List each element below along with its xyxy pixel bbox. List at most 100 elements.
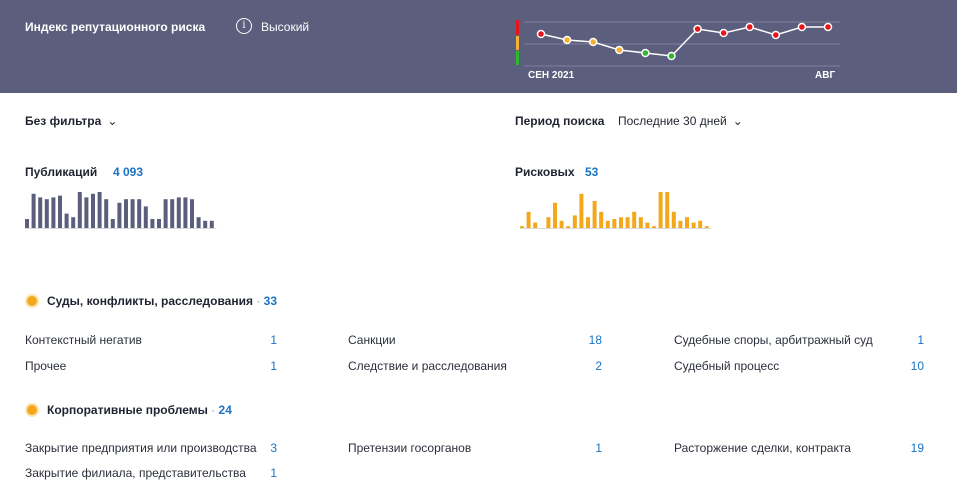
risky-label: Рисковых (515, 165, 575, 179)
bar (685, 217, 689, 228)
bar (176, 197, 181, 228)
risk-dot-icon (25, 294, 39, 308)
scale-medium (516, 36, 519, 50)
bar (91, 193, 95, 228)
section-title: Корпоративные проблемы (47, 403, 208, 417)
section-corporate-header[interactable]: Корпоративные проблемы · 24 (25, 403, 232, 417)
risk-point[interactable] (745, 22, 754, 32)
bar (632, 211, 637, 228)
risky-count[interactable]: 53 (585, 165, 598, 179)
bar (559, 220, 564, 228)
risk-point[interactable] (641, 48, 650, 58)
bar (665, 192, 670, 228)
item-count[interactable]: 1 (894, 333, 924, 347)
risk-trend-chart: СЕН 2021 АВГ (516, 20, 840, 81)
publications-label: Публикаций (25, 165, 98, 179)
bar (572, 215, 577, 228)
bar (203, 220, 208, 228)
item-label[interactable]: Следствие и расследования (348, 359, 507, 373)
separator: · (256, 294, 261, 308)
chevron-down-icon: ⌄ (732, 114, 743, 128)
bar (38, 197, 43, 228)
item-count[interactable]: 10 (894, 359, 924, 373)
bar (150, 219, 155, 228)
item-label[interactable]: Претензии госорганов (348, 441, 471, 455)
bar (691, 222, 696, 228)
risk-point[interactable] (797, 22, 807, 32)
section-count: 24 (218, 403, 232, 417)
filter-dropdown[interactable]: Без фильтра ⌄ (25, 114, 117, 128)
chevron-down-icon: ⌄ (107, 114, 118, 128)
item-label[interactable]: Судебный процесс (674, 359, 779, 373)
risk-point[interactable] (667, 51, 676, 61)
bar (25, 219, 29, 228)
risk-point[interactable] (536, 29, 546, 39)
risk-point[interactable] (562, 35, 572, 45)
scale-high (516, 20, 519, 35)
axis-end-label: АВГ (815, 70, 835, 81)
risk-point[interactable] (823, 22, 833, 32)
bar (58, 195, 62, 228)
bar (652, 226, 656, 228)
item-count[interactable]: 3 (247, 441, 277, 455)
bar (124, 199, 128, 228)
item-label[interactable]: Расторжение сделки, контракта (674, 441, 851, 455)
bar (533, 222, 538, 228)
info-icon[interactable]: i (236, 18, 252, 34)
item-count[interactable]: 1 (247, 333, 277, 347)
separator: · (211, 403, 216, 417)
risk-level-value: Высокий (261, 20, 310, 34)
item-count[interactable]: 19 (894, 441, 924, 455)
item-label[interactable]: Санкции (348, 333, 396, 347)
bar (678, 220, 683, 228)
publications-count[interactable]: 4 093 (113, 165, 143, 179)
risk-point[interactable] (719, 28, 728, 38)
item-count[interactable]: 1 (247, 466, 277, 480)
item-count[interactable]: 1 (247, 359, 277, 373)
item-count[interactable]: 18 (572, 333, 602, 347)
axis-start-label: СЕН 2021 (528, 70, 575, 81)
bar (196, 217, 201, 228)
item-label[interactable]: Прочее (25, 359, 66, 373)
bar (130, 199, 135, 228)
bar (157, 219, 161, 228)
risk-point[interactable] (588, 37, 598, 47)
risk-point[interactable] (615, 45, 624, 55)
risky-minichart (520, 192, 712, 229)
item-count[interactable]: 1 (572, 441, 602, 455)
bar (671, 211, 676, 228)
section-courts-header[interactable]: Суды, конфликты, расследования · 33 (25, 294, 277, 308)
filter-label: Без фильтра (25, 114, 102, 128)
item-label[interactable]: Судебные споры, арбитражный суд (674, 333, 873, 347)
bar (44, 199, 49, 228)
section-count: 33 (263, 294, 278, 308)
period-dropdown[interactable]: Последние 30 дней ⌄ (618, 114, 743, 128)
bar (605, 220, 610, 228)
item-label[interactable]: Закрытие филиала, представительства (25, 466, 246, 480)
bar (183, 197, 188, 228)
bar (579, 193, 584, 228)
bar (143, 206, 148, 228)
bar (546, 217, 551, 228)
bar (553, 202, 557, 228)
risk-trend-line (540, 26, 828, 57)
bar (520, 226, 524, 228)
bar (117, 202, 122, 228)
risk-point[interactable] (771, 30, 781, 40)
period-value: Последние 30 дней (618, 114, 727, 128)
bar (110, 219, 115, 228)
bar (612, 219, 617, 228)
bar (163, 199, 168, 228)
item-label[interactable]: Контекстный негатив (25, 333, 142, 347)
bar (625, 217, 630, 228)
item-count[interactable]: 2 (572, 359, 602, 373)
bar (170, 199, 175, 228)
bar (64, 213, 69, 228)
bar (599, 211, 604, 228)
risk-point[interactable] (693, 24, 702, 34)
item-label[interactable]: Закрытие предприятия или производства (25, 441, 257, 455)
bar (592, 201, 597, 228)
publications-minichart (25, 192, 217, 229)
scale-low (516, 51, 519, 65)
bar (526, 211, 531, 228)
